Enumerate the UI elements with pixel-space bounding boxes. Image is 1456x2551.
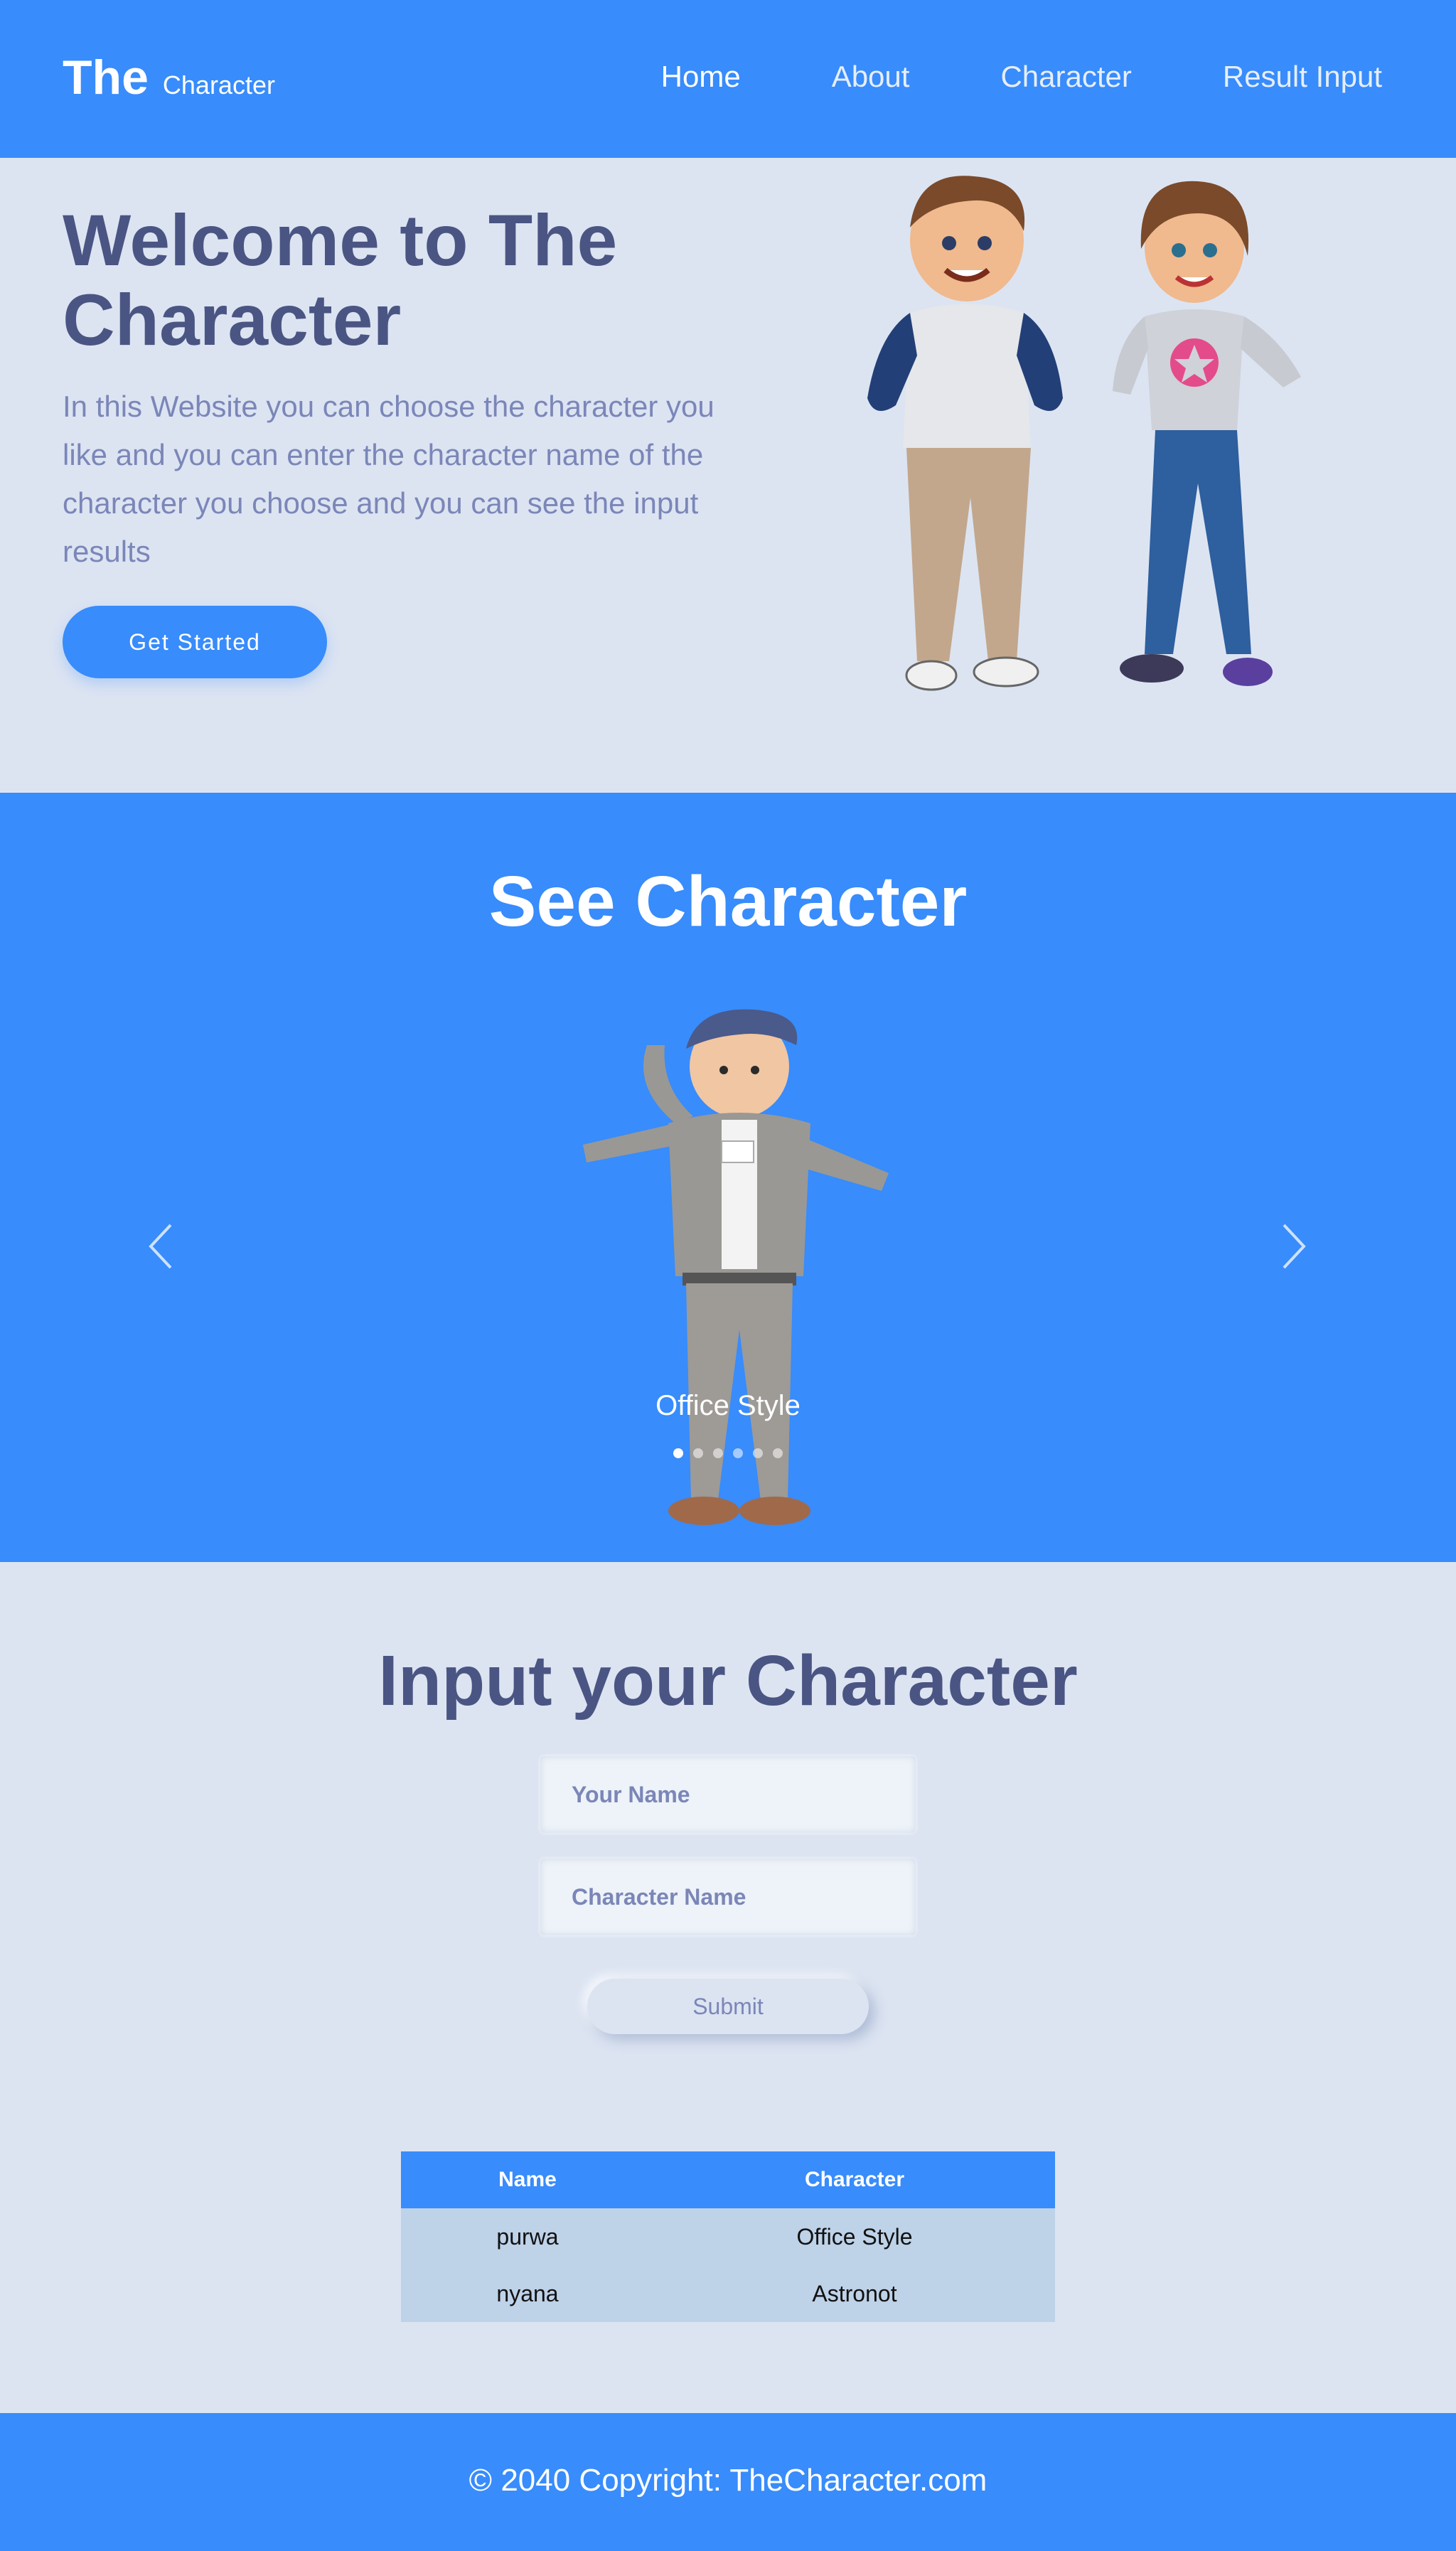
brand-logo[interactable]: The Character	[63, 50, 275, 105]
slide-caption: Office Style	[655, 1390, 801, 1421]
your-name-input[interactable]	[540, 1756, 916, 1833]
results-table: Name Character purwa Office Style nyana …	[401, 2151, 1055, 2322]
carousel-dot[interactable]	[713, 1448, 723, 1458]
nav-result-input-link[interactable]: Result Input	[1223, 60, 1382, 94]
cell-character: Astronot	[654, 2265, 1055, 2322]
chevron-left-icon[interactable]	[139, 1211, 182, 1282]
get-started-button[interactable]: Get Started	[63, 606, 327, 678]
see-character-section: See Character Office Style	[0, 793, 1456, 1562]
header-character: Character	[654, 2151, 1055, 2208]
nav-character-link[interactable]: Character	[1000, 60, 1131, 94]
input-character-section: Input your Character Submit Name Charact…	[0, 1562, 1456, 2413]
brand-main: The	[63, 50, 149, 105]
submit-button[interactable]: Submit	[587, 1979, 869, 2034]
hero-characters-image	[867, 176, 1301, 691]
nav-links: Home About Character Result Input	[661, 60, 1382, 94]
navbar: The Character Home About Character Resul…	[0, 0, 1456, 158]
hero-description: In this Website you can choose the chara…	[63, 390, 714, 568]
carousel-dot[interactable]	[693, 1448, 703, 1458]
character-name-input[interactable]	[540, 1859, 916, 1935]
brand-sub: Character	[162, 70, 275, 100]
nav-home-link[interactable]: Home	[661, 60, 741, 94]
header-name: Name	[401, 2151, 654, 2208]
carousel-dot[interactable]	[773, 1448, 783, 1458]
nav-about-link[interactable]: About	[832, 60, 910, 94]
carousel-dot[interactable]	[753, 1448, 763, 1458]
office-style-character-image	[583, 1009, 889, 1525]
table-row: purwa Office Style	[401, 2208, 1055, 2265]
input-character-title: Input your Character	[378, 1641, 1078, 1721]
see-character-title: See Character	[488, 862, 968, 941]
carousel-dot[interactable]	[733, 1448, 743, 1458]
cell-name: purwa	[401, 2208, 654, 2265]
girl-character-illustration	[1113, 181, 1301, 686]
hero-title: Welcome to The Character	[63, 200, 618, 360]
footer: © 2040 Copyright: TheCharacter.com	[0, 2413, 1456, 2551]
table-header-row: Name Character	[401, 2151, 1055, 2208]
boy-character-illustration	[867, 176, 1063, 691]
footer-copyright: © 2040 Copyright: TheCharacter.com	[469, 2463, 987, 2498]
cell-character: Office Style	[654, 2208, 1055, 2265]
carousel-indicators	[0, 1448, 1456, 1458]
carousel-dot[interactable]	[673, 1448, 683, 1458]
cell-name: nyana	[401, 2265, 654, 2322]
chevron-right-icon[interactable]	[1273, 1211, 1315, 1282]
hero-section: Welcome to The Character In this Website…	[0, 158, 1456, 793]
table-row: nyana Astronot	[401, 2265, 1055, 2322]
